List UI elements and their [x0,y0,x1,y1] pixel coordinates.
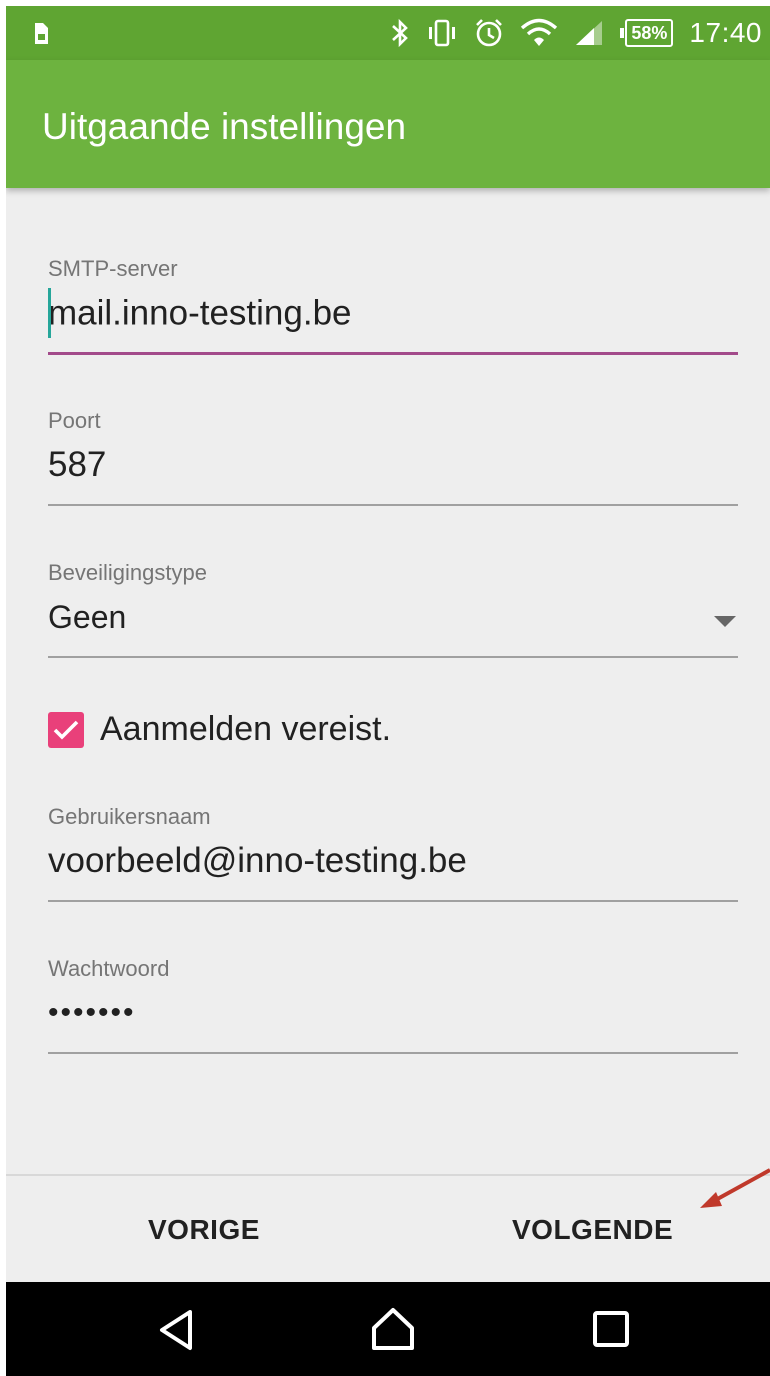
home-icon[interactable] [370,1306,416,1357]
password-underline [48,1052,738,1054]
previous-button[interactable]: VORIGE [148,1214,260,1246]
battery-percentage: 58% [625,19,674,47]
username-input[interactable]: voorbeeld@inno-testing.be [48,838,738,884]
smtp-server-input[interactable]: mail.inno-testing.be [48,293,352,332]
status-bar: 58% 17:40 [6,6,770,60]
login-required-label: Aanmelden vereist. [100,710,392,748]
port-label: Poort [48,408,101,433]
bluetooth-icon [390,18,410,48]
status-time: 17:40 [689,17,762,48]
security-type-field[interactable]: Beveiligingstype Geen [48,560,738,658]
login-required-checkbox[interactable] [48,711,84,748]
password-label: Wachtwoord [48,956,170,981]
next-button[interactable]: VOLGENDE [512,1214,673,1246]
text-cursor [48,288,51,338]
port-field[interactable]: Poort 587 [48,408,738,506]
recents-icon[interactable] [592,1310,630,1353]
security-type-underline [48,656,738,658]
phone-screen: 58% 17:40 Uitgaande instellingen SMTP-se… [6,6,770,1376]
vibrate-icon [426,19,458,47]
navigation-bar [6,1282,770,1376]
password-field[interactable]: Wachtwoord ••••••• [48,956,738,1054]
username-label: Gebruikersnaam [48,804,211,829]
security-type-select[interactable]: Geen [48,594,738,640]
password-input[interactable]: ••••••• [48,990,738,1036]
page-title: Uitgaande instellingen [42,106,407,147]
alarm-icon [474,18,504,48]
username-field[interactable]: Gebruikersnaam voorbeeld@inno-testing.be [48,804,738,902]
sim-card-icon [32,22,50,51]
back-icon[interactable] [156,1308,196,1357]
smtp-server-label: SMTP-server [48,256,178,281]
smtp-server-underline [48,352,738,355]
cell-signal-icon [574,19,604,47]
smtp-server-field[interactable]: SMTP-server mail.inno-testing.be [48,256,738,355]
login-required-row[interactable]: Aanmelden vereist. [48,710,391,749]
checkmark-icon [53,720,79,740]
security-type-label: Beveiligingstype [48,560,207,585]
battery-indicator: 58% [620,19,674,47]
button-bar: VORIGE VOLGENDE [6,1174,770,1282]
username-underline [48,900,738,902]
dropdown-arrow-icon[interactable] [714,616,736,627]
annotation-arrow-icon [700,1168,770,1208]
port-underline [48,504,738,506]
port-input[interactable]: 587 [48,442,738,488]
app-bar: Uitgaande instellingen [6,60,770,188]
wifi-icon [520,18,558,48]
